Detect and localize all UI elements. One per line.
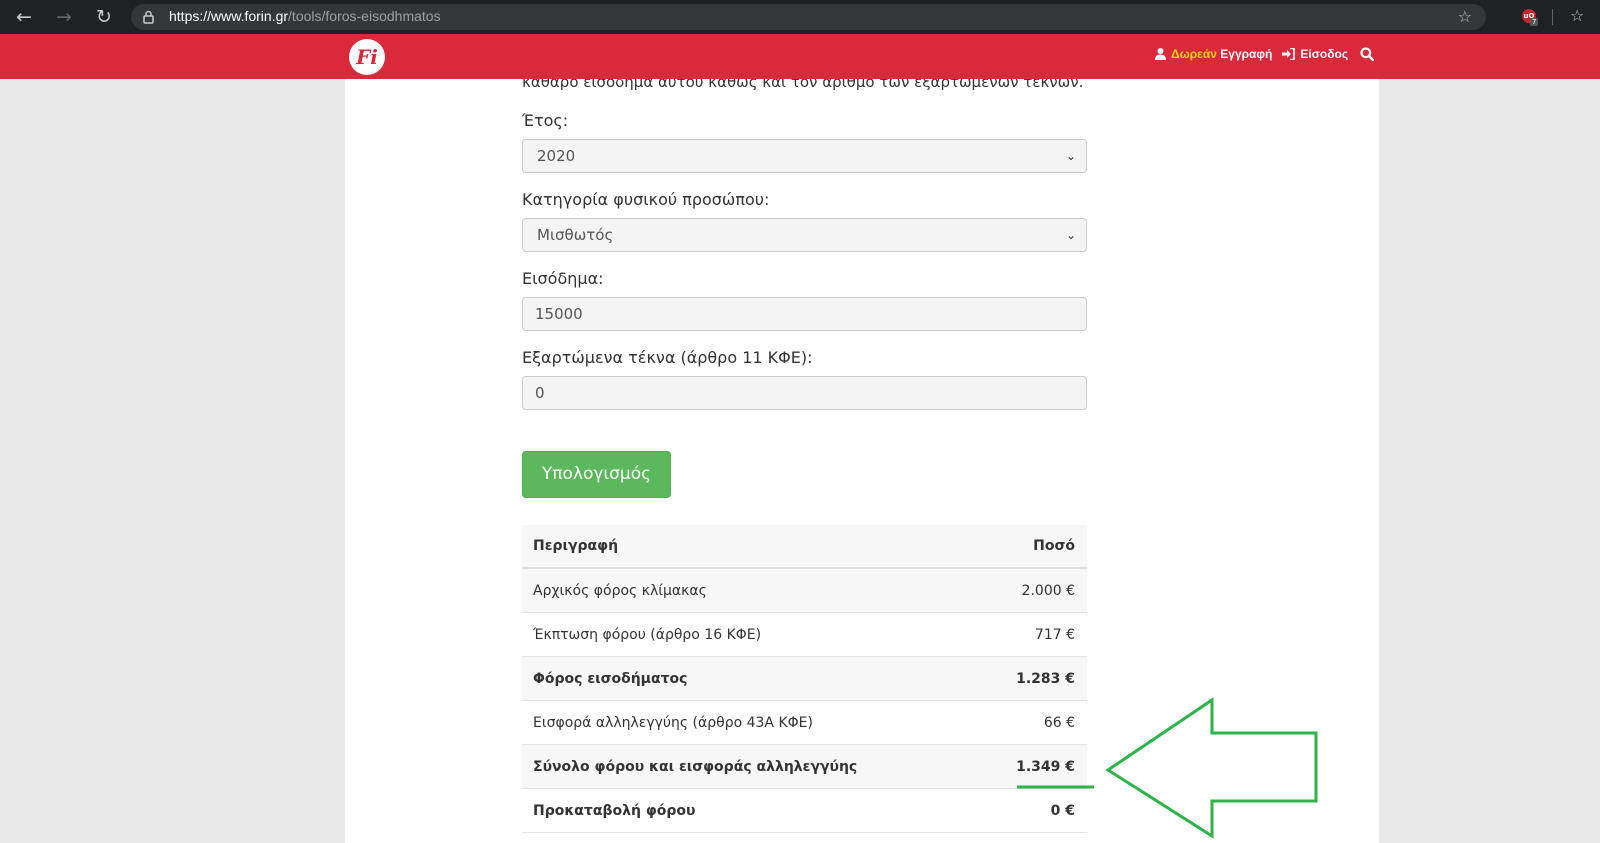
row-description: Εισφορά αλληλεγγύης (άρθρο 43Α ΚΦΕ) [533,714,813,731]
favorites-icon[interactable]: ☆ [1570,6,1584,25]
main-content: καθαρό εισόδημα αυτού καθώς και τον αριθ… [345,79,1379,843]
login-label: Είσοδος [1300,47,1349,61]
year-value: 2020 [537,147,576,165]
row-description: Φόρος εισοδήματος [533,670,688,687]
row-description: Έκπτωση φόρου (άρθρο 16 ΚΦΕ) [533,626,762,643]
register-label: Εγγραφή [1220,47,1273,61]
lock-icon [143,10,154,24]
row-description: Προκαταβολή φόρου [533,802,696,819]
category-value: Μισθωτός [537,226,614,244]
login-icon [1282,48,1296,60]
table-header: Περιγραφή Ποσό [522,525,1087,569]
chevron-down-icon: ⌄ [1065,149,1076,163]
row-amount: 1.349 € [1016,758,1075,775]
year-select[interactable]: 2020 ⌄ [522,139,1087,173]
browser-toolbar: ← → ↻ https://www.forin.gr/tools/foros-e… [0,0,1600,34]
search-icon[interactable] [1360,47,1375,61]
row-amount: 2.000 € [1021,582,1075,599]
table-row: Φόρος εισοδήματος 1.283 € [522,657,1087,701]
extension-badge: 7 [1530,18,1539,26]
row-amount: 1.283 € [1016,670,1075,687]
intro-text: καθαρό εισόδημα αυτού καθώς και τον αριθ… [522,79,1084,91]
category-label: Κατηγορία φυσικού προσώπου: [522,190,770,209]
table-row: Σύνολο φόρου και εισφοράς αλληλεγγύης 1.… [522,745,1087,789]
row-description: Σύνολο φόρου και εισφοράς αλληλεγγύης [533,758,858,775]
children-value: 0 [535,384,545,402]
year-label: Έτος: [522,111,569,130]
table-row: Προκαταβολή φόρου 0 € [522,789,1087,833]
table-row: Αρχικός φόρος κλίμακας 2.000 € [522,569,1087,613]
results-table: Περιγραφή Ποσό Αρχικός φόρος κλίμακας 2.… [522,525,1087,833]
children-input[interactable]: 0 [522,376,1087,410]
login-link[interactable]: Είσοδος [1282,47,1348,61]
row-amount: 717 € [1034,626,1075,643]
url-text: https://www.forin.gr/tools/foros-eisodhm… [169,8,441,24]
row-description: Αρχικός φόρος κλίμακας [533,582,707,599]
income-input[interactable]: 15000 [522,297,1087,331]
address-bar[interactable]: https://www.forin.gr/tools/foros-eisodhm… [131,4,1486,30]
url-host: https://www.forin.gr [169,8,289,24]
calculate-button[interactable]: Υπολογισμός [522,451,671,498]
register-link[interactable]: Δωρεάν Εγγραφή [1155,47,1272,61]
toolbar-separator [1552,9,1553,25]
site-header: Fi Δωρεάν Εγγραφή Είσοδος [0,34,1600,79]
row-amount: 66 € [1043,714,1075,731]
forward-icon[interactable]: → [52,5,76,29]
back-icon[interactable]: ← [12,5,36,29]
row-amount: 0 € [1050,802,1075,819]
header-description: Περιγραφή [533,538,619,554]
url-path: /tools/foros-eisodhmatos [288,8,441,24]
star-icon[interactable]: ☆ [1458,7,1472,26]
header-links: Δωρεάν Εγγραφή Είσοδος [1155,47,1375,61]
site-logo[interactable]: Fi [349,39,385,75]
chevron-down-icon: ⌄ [1065,228,1076,242]
free-label: Δωρεάν [1171,47,1217,61]
category-select[interactable]: Μισθωτός ⌄ [522,218,1087,252]
income-value: 15000 [535,305,583,323]
children-label: Εξαρτώμενα τέκνα (άρθρο 11 ΚΦΕ): [522,348,813,367]
income-label: Εισόδημα: [522,269,604,288]
header-amount: Ποσό [1033,538,1075,554]
table-row: Εισφορά αλληλεγγύης (άρθρο 43Α ΚΦΕ) 66 € [522,701,1087,745]
reload-icon[interactable]: ↻ [92,5,116,29]
user-icon [1155,48,1166,60]
table-row: Έκπτωση φόρου (άρθρο 16 ΚΦΕ) 717 € [522,613,1087,657]
